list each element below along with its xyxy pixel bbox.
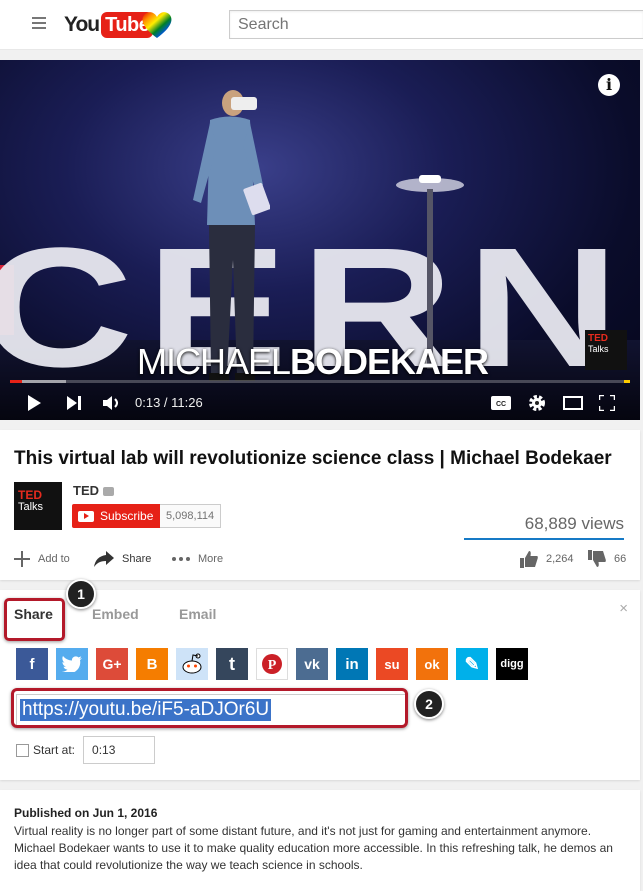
player-controls: 0:13 / 11:26 CC — [0, 388, 640, 418]
info-icon[interactable]: i — [598, 74, 620, 96]
start-at-checkbox[interactable] — [16, 743, 29, 757]
like-ratio-bar — [464, 538, 624, 540]
close-icon[interactable]: × — [619, 600, 628, 617]
next-button[interactable] — [60, 388, 88, 418]
action-bar: Add to Share More 2,264 66 — [14, 548, 626, 570]
video-info-card: This virtual lab will revolutionize scie… — [0, 430, 640, 580]
add-to-label: Add to — [38, 553, 70, 565]
thumbs-up-icon — [520, 551, 538, 568]
youtube-play-icon — [78, 510, 94, 522]
more-dots-icon — [172, 557, 190, 561]
dislike-button[interactable]: 66 — [588, 548, 626, 570]
play-button[interactable] — [20, 388, 48, 418]
progress-end-marker — [624, 380, 630, 383]
svg-text:P: P — [268, 658, 277, 673]
ted-talks-watermark: TED Talks — [585, 330, 627, 370]
start-at-input[interactable] — [83, 736, 156, 764]
livejournal-icon[interactable]: ✎ — [456, 648, 488, 680]
subscriber-count: 5,098,114 — [160, 504, 222, 528]
share-label: Share — [122, 553, 152, 565]
gear-icon — [529, 395, 545, 411]
share-tab-highlight — [4, 598, 65, 641]
description-card: Published on Jun 1, 2016 Virtual reality… — [0, 790, 640, 891]
settings-button[interactable] — [524, 388, 550, 418]
google-plus-icon[interactable]: G+ — [96, 648, 128, 680]
subscribe-label: Subscribe — [100, 509, 154, 523]
verified-icon — [103, 487, 114, 497]
linkedin-icon[interactable]: in — [336, 648, 368, 680]
watermark-talks: Talks — [588, 344, 609, 354]
volume-icon — [103, 396, 118, 410]
share-panel: Share Embed Email × f G+ B t P vk in su … — [0, 590, 640, 780]
start-at-row: Start at: — [16, 736, 156, 764]
vk-icon[interactable]: vk — [296, 648, 328, 680]
theater-mode-button[interactable] — [560, 388, 586, 418]
share-arrow-icon — [94, 551, 114, 567]
publish-date: Published on Jun 1, 2016 — [14, 806, 158, 820]
watermark-ted: TED — [588, 333, 608, 344]
thumbs-down-icon — [588, 550, 606, 567]
description-text: Virtual reality is no longer part of som… — [14, 824, 613, 872]
time-display: 0:13 / 11:26 — [135, 395, 203, 410]
captions-icon: CC — [491, 396, 511, 410]
start-at-label: Start at: — [33, 743, 76, 757]
play-icon — [28, 395, 41, 411]
video-player[interactable]: CERN MICHAELBODEKAER TED Talks i 0:13 / … — [0, 60, 640, 420]
add-to-button[interactable]: Add to — [14, 548, 70, 570]
share-button[interactable]: Share — [94, 548, 151, 570]
rainbow-heart-icon — [142, 12, 172, 38]
like-button[interactable]: 2,264 — [520, 548, 574, 570]
speaker-first-name: MICHAEL — [137, 341, 291, 382]
captions-button[interactable]: CC — [488, 388, 514, 418]
callout-2: 2 — [414, 689, 444, 719]
tab-email[interactable]: Email — [179, 606, 216, 622]
tab-embed[interactable]: Embed — [92, 606, 139, 622]
url-highlight — [11, 688, 408, 728]
guide-menu-icon[interactable] — [32, 17, 46, 29]
subscribe-button[interactable]: Subscribe — [72, 504, 162, 528]
tumblr-icon[interactable]: t — [216, 648, 248, 680]
avatar-talks-text: Talks — [18, 501, 44, 513]
twitter-icon[interactable] — [56, 648, 88, 680]
more-label: More — [198, 553, 224, 565]
volume-button[interactable] — [98, 388, 126, 418]
social-share-buttons: f G+ B t P vk in su ok ✎ digg — [16, 648, 528, 680]
buffer-bar — [21, 380, 66, 383]
callout-1: 1 — [66, 579, 96, 609]
logo-you-text: You — [64, 13, 100, 36]
channel-avatar[interactable]: TED Talks — [14, 482, 62, 530]
masthead: You Tube — [0, 0, 643, 50]
search-input[interactable] — [229, 10, 643, 39]
channel-name-link[interactable]: TED — [73, 483, 114, 498]
speaker-name-overlay: MICHAELBODEKAER — [137, 341, 489, 383]
odnoklassniki-icon[interactable]: ok — [416, 648, 448, 680]
video-title: This virtual lab will revolutionize scie… — [14, 448, 612, 469]
facebook-icon[interactable]: f — [16, 648, 48, 680]
view-count: 68,889 views — [524, 514, 624, 533]
pinterest-icon[interactable]: P — [256, 648, 288, 680]
stumbleupon-icon[interactable]: su — [376, 648, 408, 680]
speaker-figure — [193, 90, 270, 381]
fullscreen-button[interactable] — [594, 388, 620, 418]
next-icon — [67, 396, 81, 410]
avatar-ted-text: TED — [18, 488, 42, 502]
blogger-icon[interactable]: B — [136, 648, 168, 680]
played-bar — [10, 380, 22, 383]
like-count: 2,264 — [546, 553, 574, 565]
digg-icon[interactable]: digg — [496, 648, 528, 680]
channel-name: TED — [73, 483, 99, 498]
progress-bar[interactable] — [10, 380, 630, 383]
fullscreen-icon — [599, 395, 615, 411]
svg-text:CC: CC — [496, 401, 506, 408]
speaker-last-name: BODEKAER — [290, 341, 489, 382]
reddit-icon[interactable] — [176, 648, 208, 680]
theater-icon — [563, 396, 583, 410]
more-button[interactable]: More — [172, 548, 223, 570]
plus-icon — [14, 551, 30, 567]
dislike-count: 66 — [614, 553, 627, 565]
